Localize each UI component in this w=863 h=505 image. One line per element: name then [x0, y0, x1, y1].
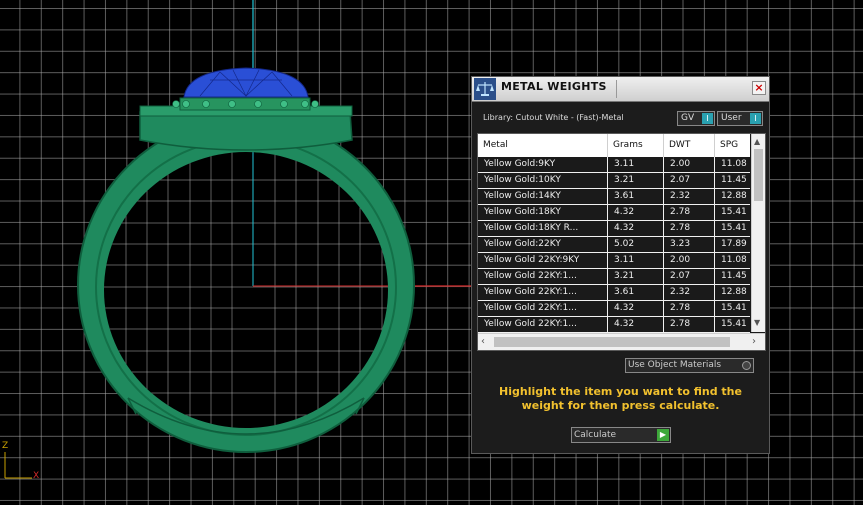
ring-head — [139, 111, 353, 151]
use-object-materials-label: Use Object Materials — [628, 360, 722, 370]
cell-spg: 12.88 — [721, 191, 747, 201]
instructions-text: Highlight the item you want to find the … — [499, 385, 742, 412]
scroll-right-icon[interactable]: › — [752, 336, 756, 347]
cell-grams: 3.21 — [608, 173, 664, 188]
cell-spg: 15.41 — [721, 319, 747, 329]
horizontal-scroll-thumb[interactable] — [494, 337, 730, 347]
cell-dwt: 2.78 — [664, 221, 715, 236]
cell-dwt: 3.23 — [664, 237, 715, 252]
cell-dwt: 2.78 — [664, 317, 715, 332]
cell-spg: 15.41 — [721, 303, 747, 313]
cell-spg: 15.41 — [721, 223, 747, 233]
x-axis-label: X — [33, 471, 40, 481]
cell-metal: Yellow Gold 22KY:9KY — [478, 253, 608, 268]
table-row[interactable]: Yellow Gold:18KY R... 4.32 2.78 15.41 — [478, 221, 750, 237]
z-axis-label: Z — [2, 441, 9, 451]
table-row[interactable]: Yellow Gold 22KY:9KY 3.11 2.00 11.08 — [478, 253, 750, 269]
cell-spg: 11.45 — [721, 271, 747, 281]
table-row[interactable]: Yellow Gold 22KY:1... 4.32 2.78 15.41 — [478, 301, 750, 317]
table-row[interactable]: Yellow Gold:9KY 3.11 2.00 11.08 — [478, 157, 750, 173]
horizontal-scrollbar[interactable]: ‹ › — [478, 333, 765, 350]
table-row[interactable]: Yellow Gold 22KY:1... 4.32 2.78 15.41 — [478, 317, 750, 333]
scroll-left-icon[interactable]: ‹ — [481, 336, 485, 347]
cell-spg: 11.45 — [721, 175, 747, 185]
cell-metal: Yellow Gold 22KY:1... — [478, 285, 608, 300]
table-row[interactable]: Yellow Gold:18KY 4.32 2.78 15.41 — [478, 205, 750, 221]
calculate-button[interactable]: Calculate ▶ — [571, 427, 671, 443]
user-indicator-icon: I — [750, 113, 761, 124]
scroll-up-icon[interactable]: ▲ — [754, 137, 760, 146]
calculate-label: Calculate — [574, 430, 617, 440]
column-header-grams[interactable]: Grams — [608, 134, 664, 157]
cell-grams: 3.61 — [608, 189, 664, 204]
cell-spg: 11.08 — [721, 159, 747, 169]
panel-titlebar[interactable]: METAL WEIGHTS × — [472, 77, 769, 102]
cell-metal: Yellow Gold:14KY — [478, 189, 608, 204]
cell-metal: Yellow Gold:18KY — [478, 205, 608, 220]
column-header-metal[interactable]: Metal — [478, 134, 608, 157]
cell-dwt: 2.07 — [664, 269, 715, 284]
gv-toggle[interactable]: GV I — [677, 111, 715, 126]
cell-metal: Yellow Gold:9KY — [478, 157, 608, 172]
library-label: Library: Cutout White - (Fast)-Metal — [483, 113, 624, 122]
table-row[interactable]: Yellow Gold:22KY 5.02 3.23 17.89 — [478, 237, 750, 253]
cell-grams: 3.11 — [608, 157, 664, 172]
play-icon: ▶ — [657, 429, 669, 441]
cell-grams: 4.32 — [608, 205, 664, 220]
metal-table: Metal Grams DWT SPG Yellow Gold:9KY 3.11 2… — [477, 133, 766, 351]
cell-grams: 4.32 — [608, 301, 664, 316]
cell-dwt: 2.00 — [664, 253, 715, 268]
column-header-dwt[interactable]: DWT — [664, 134, 715, 157]
gv-toggle-label: GV — [681, 113, 695, 123]
use-object-materials-toggle[interactable]: Use Object Materials — [625, 358, 754, 373]
panel-title: METAL WEIGHTS — [501, 80, 607, 93]
cell-metal: Yellow Gold:18KY R... — [478, 221, 608, 236]
cell-grams: 5.02 — [608, 237, 664, 252]
cell-metal: Yellow Gold 22KY:1... — [478, 301, 608, 316]
scroll-down-icon[interactable]: ▼ — [754, 318, 760, 327]
cell-dwt: 2.32 — [664, 285, 715, 300]
cell-metal: Yellow Gold:22KY — [478, 237, 608, 252]
title-separator — [616, 80, 617, 98]
cell-grams: 4.32 — [608, 317, 664, 332]
vertical-scrollbar[interactable]: ▲ ▼ — [751, 134, 765, 332]
table-row[interactable]: Yellow Gold:10KY 3.21 2.07 11.45 — [478, 173, 750, 189]
cell-dwt: 2.00 — [664, 157, 715, 172]
cell-grams: 3.21 — [608, 269, 664, 284]
gv-indicator-icon: I — [702, 113, 713, 124]
cell-dwt: 2.78 — [664, 301, 715, 316]
user-toggle-label: User — [721, 113, 742, 123]
cell-grams: 3.61 — [608, 285, 664, 300]
table-row[interactable]: Yellow Gold:14KY 3.61 2.32 12.88 — [478, 189, 750, 205]
table-row[interactable]: Yellow Gold 22KY:1... 3.21 2.07 11.45 — [478, 269, 750, 285]
cell-dwt: 2.32 — [664, 189, 715, 204]
metal-weights-panel: METAL WEIGHTS × Library: Cutout White - … — [471, 76, 770, 454]
cell-dwt: 2.07 — [664, 173, 715, 188]
cell-metal: Yellow Gold 22KY:1... — [478, 269, 608, 284]
cell-spg: 12.88 — [721, 287, 747, 297]
user-toggle[interactable]: User I — [717, 111, 763, 126]
table-rows: Yellow Gold:9KY 3.11 2.00 11.08 Yellow Gold:… — [478, 157, 750, 333]
cell-spg: 15.41 — [721, 207, 747, 217]
column-header-spg[interactable]: SPG — [715, 134, 750, 157]
scale-icon — [474, 78, 496, 100]
cell-dwt: 2.78 — [664, 205, 715, 220]
close-button[interactable]: × — [752, 81, 766, 95]
cell-grams: 3.11 — [608, 253, 664, 268]
cell-spg: 17.89 — [721, 239, 747, 249]
table-header: Metal Grams DWT SPG — [478, 134, 750, 157]
radio-icon — [742, 361, 751, 370]
cell-metal: Yellow Gold 22KY:1... — [478, 317, 608, 332]
cell-grams: 4.32 — [608, 221, 664, 236]
cell-spg: 11.08 — [721, 255, 747, 265]
table-row[interactable]: Yellow Gold 22KY:1... 3.61 2.32 12.88 — [478, 285, 750, 301]
vertical-scroll-thumb[interactable] — [754, 149, 763, 201]
cell-metal: Yellow Gold:10KY — [478, 173, 608, 188]
